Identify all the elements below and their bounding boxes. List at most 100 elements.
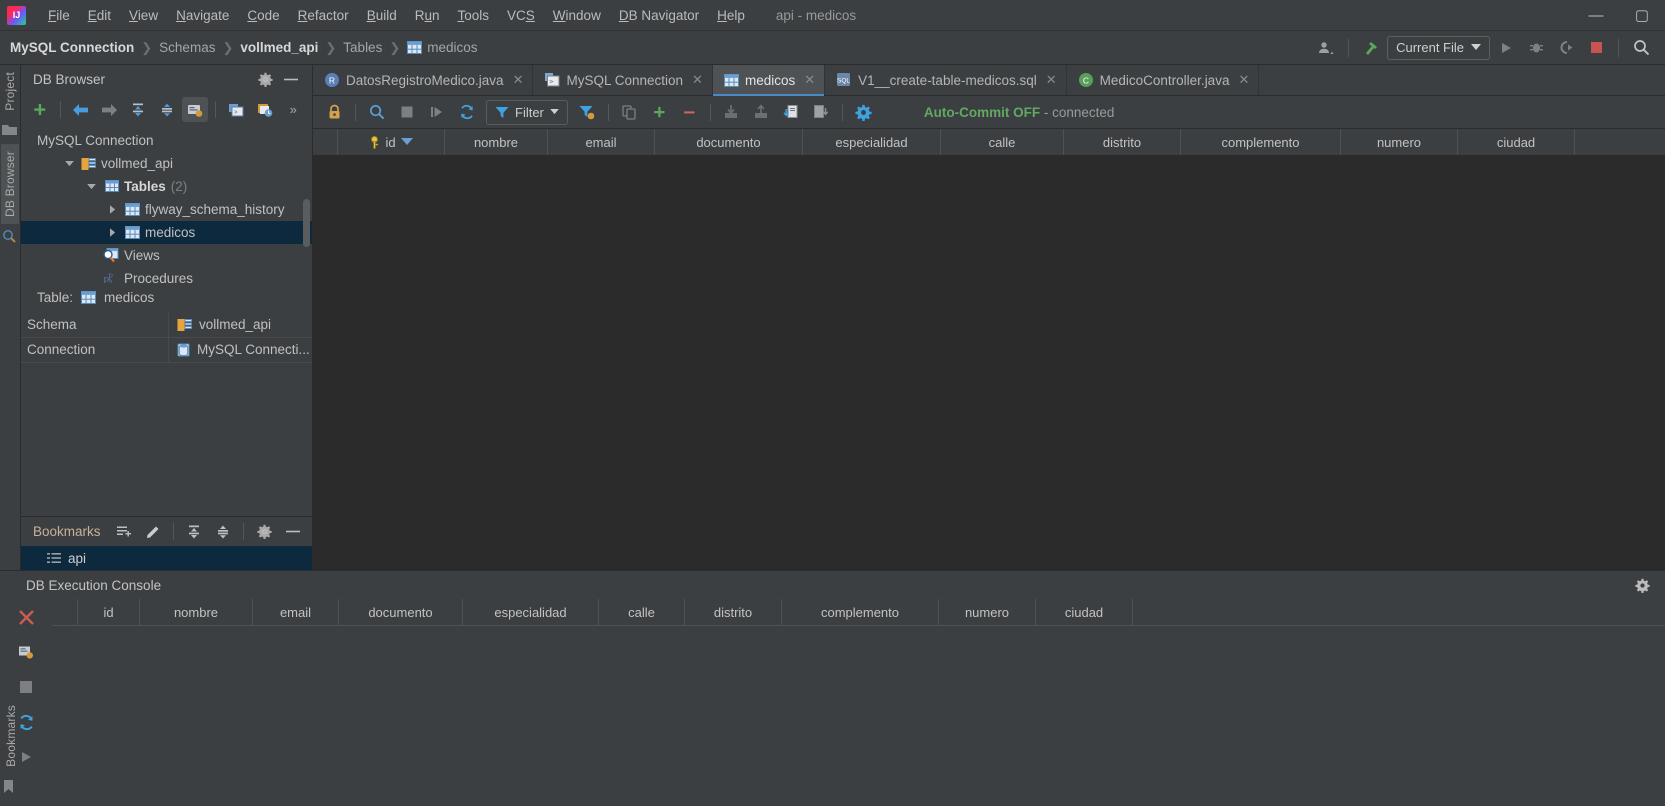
stripe-button-project[interactable]: Project bbox=[1, 65, 19, 118]
menu-item-help[interactable]: Help bbox=[708, 5, 754, 26]
add-connection-icon[interactable] bbox=[27, 97, 53, 122]
search-everywhere-icon[interactable] bbox=[1627, 35, 1655, 61]
column-header-ciudad[interactable]: ciudad bbox=[1458, 129, 1575, 155]
editor-tab-medicos[interactable]: medicos ✕ bbox=[712, 65, 826, 96]
stripe-button-bookmarks[interactable]: Bookmarks bbox=[2, 698, 20, 774]
settings-icon[interactable] bbox=[850, 100, 877, 125]
editor-tab-medicocontroller-java[interactable]: C MedicoController.java ✕ bbox=[1067, 65, 1260, 95]
commit-icon[interactable] bbox=[778, 100, 805, 125]
console-column-header-numero[interactable]: numero bbox=[939, 599, 1036, 625]
chevron-down-icon[interactable] bbox=[83, 183, 99, 190]
menu-item-navigate[interactable]: Navigate bbox=[167, 5, 238, 26]
console-column-header-nombre[interactable]: nombre bbox=[140, 599, 253, 625]
column-header-email[interactable]: email bbox=[548, 129, 655, 155]
console-column-header-especialidad[interactable]: especialidad bbox=[463, 599, 599, 625]
column-header-calle[interactable]: calle bbox=[941, 129, 1064, 155]
tree-node-flyway-schema-history[interactable]: flyway_schema_history bbox=[21, 198, 312, 221]
navigate-back-icon[interactable] bbox=[68, 97, 94, 122]
data-grid-body[interactable] bbox=[313, 156, 1665, 570]
property-row[interactable]: Schema vollmed_api bbox=[21, 312, 312, 338]
console-grid-body[interactable] bbox=[52, 626, 1665, 806]
chevron-right-icon[interactable] bbox=[105, 228, 121, 237]
bookmark-item-api[interactable]: api bbox=[21, 546, 312, 570]
close-icon[interactable]: ✕ bbox=[1238, 72, 1249, 88]
stop-icon[interactable] bbox=[1582, 35, 1610, 61]
show-object-properties-icon[interactable] bbox=[182, 97, 209, 122]
run-configuration-selector[interactable]: Current File bbox=[1387, 35, 1490, 60]
filter-dropdown[interactable]: Filter bbox=[486, 99, 568, 125]
gear-icon[interactable] bbox=[251, 519, 277, 544]
console-column-header-calle[interactable]: calle bbox=[599, 599, 685, 625]
tree-node-vollmed-api[interactable]: vollmed_api bbox=[21, 152, 312, 175]
tree-node-procedures[interactable]: P Po Procedures bbox=[21, 267, 312, 283]
breadcrumb-item-mysql-connection[interactable]: MySQL Connection bbox=[8, 38, 136, 57]
breadcrumb-item-tables[interactable]: Tables bbox=[341, 38, 384, 57]
console-column-header-complemento[interactable]: complemento bbox=[782, 599, 939, 625]
edit-bookmark-icon[interactable] bbox=[140, 519, 166, 544]
breadcrumb-item-schemas[interactable]: Schemas bbox=[157, 38, 217, 57]
session-browser-icon[interactable] bbox=[252, 97, 278, 122]
close-icon[interactable]: ✕ bbox=[1046, 72, 1057, 88]
gear-icon[interactable] bbox=[1629, 573, 1655, 598]
gear-icon[interactable] bbox=[252, 67, 278, 92]
minimize-window-button[interactable]: — bbox=[1573, 0, 1619, 31]
close-icon[interactable]: ✕ bbox=[804, 72, 815, 88]
console-column-header-ciudad[interactable]: ciudad bbox=[1036, 599, 1133, 625]
column-header-especialidad[interactable]: especialidad bbox=[803, 129, 941, 155]
menu-item-view[interactable]: View bbox=[120, 5, 167, 26]
column-header-distrito[interactable]: distrito bbox=[1064, 129, 1181, 155]
tree-scrollbar[interactable] bbox=[303, 199, 310, 247]
property-row[interactable]: Connection MySQL Connecti... bbox=[21, 337, 312, 363]
run-with-coverage-icon[interactable] bbox=[1552, 35, 1580, 61]
open-sql-console-icon[interactable]: > bbox=[223, 97, 249, 122]
stop-loading-icon[interactable] bbox=[393, 100, 420, 125]
column-header-documento[interactable]: documento bbox=[655, 129, 803, 155]
menu-item-run[interactable]: Run bbox=[406, 5, 449, 26]
tree-node-views[interactable]: Views bbox=[21, 244, 312, 267]
export-data-icon[interactable] bbox=[748, 100, 775, 125]
console-column-header-email[interactable]: email bbox=[253, 599, 339, 625]
fetch-next-records-icon[interactable] bbox=[423, 100, 450, 125]
collapse-all-icon[interactable] bbox=[210, 519, 236, 544]
maximize-window-button[interactable]: ▢ bbox=[1619, 0, 1665, 31]
menu-item-db-navigator[interactable]: DB Navigator bbox=[610, 5, 708, 26]
stripe-button-db-browser[interactable]: DB Browser bbox=[1, 143, 19, 224]
tree-node-medicos[interactable]: medicos bbox=[21, 221, 312, 244]
hammer-icon[interactable] bbox=[1357, 35, 1385, 61]
rollback-icon[interactable] bbox=[808, 100, 835, 125]
add-bookmark-list-icon[interactable] bbox=[112, 519, 138, 544]
menu-item-window[interactable]: Window bbox=[544, 5, 610, 26]
menu-item-tools[interactable]: Tools bbox=[449, 5, 499, 26]
tree-node-tables[interactable]: Tables (2) bbox=[21, 175, 312, 198]
column-header-complemento[interactable]: complemento bbox=[1181, 129, 1341, 155]
chevron-down-icon[interactable] bbox=[61, 160, 77, 167]
editor-tab-datosregistromedico-java[interactable]: R DatosRegistroMedico.java ✕ bbox=[313, 65, 534, 95]
chevron-right-icon[interactable] bbox=[105, 205, 121, 214]
minimize-icon[interactable] bbox=[278, 67, 304, 92]
console-column-header-distrito[interactable]: distrito bbox=[685, 599, 782, 625]
delete-record-icon[interactable] bbox=[676, 100, 703, 125]
run-icon[interactable] bbox=[1492, 35, 1520, 61]
import-data-icon[interactable] bbox=[718, 100, 745, 125]
debug-icon[interactable] bbox=[1522, 35, 1550, 61]
people-icon[interactable] bbox=[1312, 35, 1340, 61]
minimize-icon[interactable] bbox=[280, 519, 306, 544]
breadcrumb-item-vollmed_api[interactable]: vollmed_api bbox=[238, 38, 320, 57]
menu-item-file[interactable]: File bbox=[39, 5, 79, 26]
column-header-id[interactable]: id bbox=[338, 129, 445, 155]
tree-root-connection[interactable]: MySQL Connection bbox=[21, 129, 312, 152]
menu-item-vcs[interactable]: VCS bbox=[498, 5, 544, 26]
insert-record-icon[interactable] bbox=[646, 100, 673, 125]
toggle-editable-lock-icon[interactable] bbox=[321, 100, 348, 125]
db-browser-tree[interactable]: MySQL Connection vollmed_api Tables (2) fly… bbox=[21, 125, 312, 283]
more-actions-icon[interactable]: » bbox=[280, 97, 306, 122]
console-column-header-documento[interactable]: documento bbox=[339, 599, 463, 625]
close-icon[interactable]: ✕ bbox=[513, 72, 524, 88]
sort-desc-icon[interactable] bbox=[400, 138, 413, 146]
duplicate-record-icon[interactable] bbox=[616, 100, 643, 125]
collapse-all-icon[interactable] bbox=[154, 97, 180, 122]
menu-item-refactor[interactable]: Refactor bbox=[289, 5, 358, 26]
menu-item-edit[interactable]: Edit bbox=[79, 5, 120, 26]
clear-filter-icon[interactable] bbox=[574, 100, 601, 125]
editor-tab-mysql-connection[interactable]: > MySQL Connection ✕ bbox=[533, 65, 713, 95]
